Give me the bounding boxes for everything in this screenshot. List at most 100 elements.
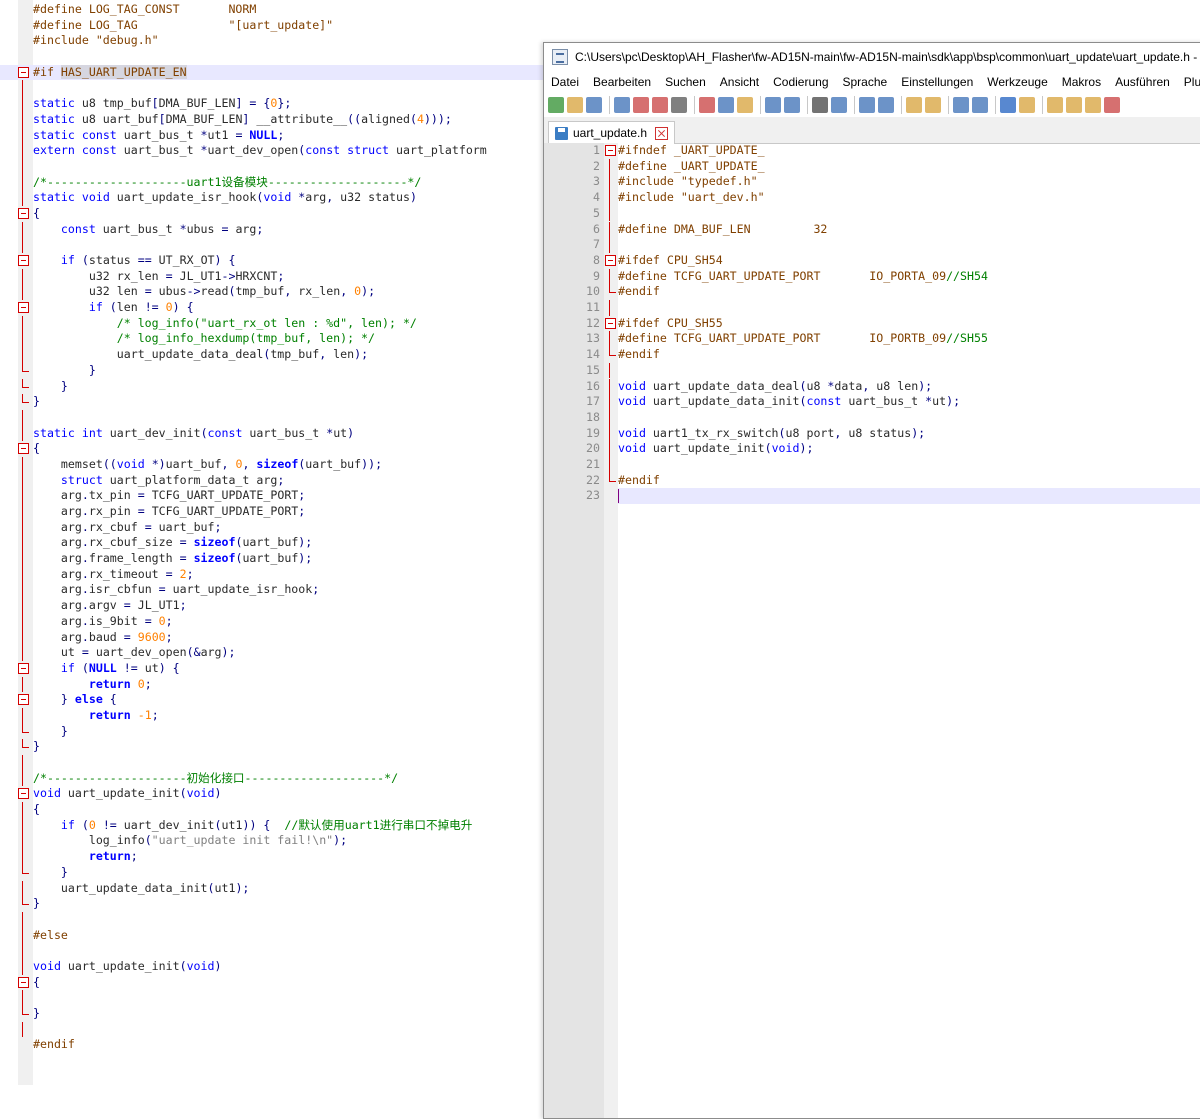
code-text: #endif bbox=[618, 347, 660, 362]
toolbar-separator bbox=[854, 96, 855, 114]
save-icon[interactable] bbox=[586, 97, 602, 113]
save-all-icon[interactable] bbox=[614, 97, 630, 113]
line-number: 4 bbox=[593, 190, 600, 205]
code-line[interactable]: 15 bbox=[586, 362, 1200, 379]
print-icon[interactable] bbox=[671, 97, 687, 113]
code-line[interactable]: 5 bbox=[593, 205, 1200, 222]
code-line[interactable]: 18 bbox=[586, 409, 1200, 426]
undo-icon[interactable] bbox=[765, 97, 781, 113]
code-line[interactable]: 12 #ifdef CPU_SH55 bbox=[586, 316, 1200, 332]
menu-plugins[interactable]: Plugins bbox=[1177, 75, 1200, 89]
toolbar-separator bbox=[807, 96, 808, 114]
line-number: 8 bbox=[593, 252, 600, 267]
redo-icon[interactable] bbox=[784, 97, 800, 113]
tab-label: uart_update.h bbox=[573, 126, 648, 140]
code-line[interactable]: 23 bbox=[586, 488, 1200, 505]
fold-toggle-icon[interactable] bbox=[605, 145, 616, 156]
open-file-icon[interactable] bbox=[567, 97, 583, 113]
line-number: 15 bbox=[586, 362, 600, 377]
code-line[interactable]: 7 bbox=[593, 237, 1200, 253]
menu-ausfhren[interactable]: Ausführen bbox=[1108, 75, 1177, 89]
line-number: 2 bbox=[593, 158, 600, 173]
code-line[interactable]: 10 #endif bbox=[586, 284, 1200, 300]
code-line[interactable]: 11 bbox=[586, 300, 1200, 316]
code-area[interactable]: 1 #ifndef _UART_UPDATE_ 2 #define _UART_UPD… bbox=[586, 143, 1200, 1118]
fold-toggle-icon[interactable] bbox=[605, 317, 616, 329]
doc-map-icon[interactable] bbox=[1047, 97, 1063, 113]
menu-makros[interactable]: Makros bbox=[1055, 75, 1108, 89]
code-line[interactable]: 21 bbox=[586, 457, 1200, 473]
line-number: 14 bbox=[586, 347, 600, 362]
code-editor[interactable]: 1 #ifndef _UART_UPDATE_ 2 #define _UART_UPD… bbox=[544, 143, 1200, 1118]
line-number: 18 bbox=[586, 409, 600, 424]
code-text: #define DMA_BUF_LEN 32 bbox=[618, 221, 828, 236]
new-file-icon[interactable] bbox=[548, 97, 564, 113]
code-line[interactable]: 22 #endif bbox=[586, 472, 1200, 489]
code-line[interactable]: 3 #include "typedef.h" bbox=[593, 174, 1200, 191]
fold-end-marker bbox=[609, 472, 616, 482]
menu-datei[interactable]: Datei bbox=[544, 75, 586, 89]
line-number: 11 bbox=[586, 300, 600, 314]
fold-line-marker bbox=[609, 394, 610, 410]
close-tab-icon[interactable] bbox=[655, 126, 669, 140]
zoom-in-icon[interactable] bbox=[859, 97, 875, 113]
code-line[interactable]: 13 #define TCFG_UART_UPDATE_PORT IO_PORTB… bbox=[586, 331, 1200, 348]
code-line[interactable]: 8 #ifdef CPU_SH54 bbox=[593, 252, 1200, 269]
indent-guide-icon[interactable] bbox=[1000, 97, 1016, 113]
code-line[interactable]: 19 void uart1_tx_rx_switch(u8 port, u8 st… bbox=[586, 425, 1200, 442]
toolbar-separator bbox=[609, 96, 610, 114]
menu-suchen[interactable]: Suchen bbox=[658, 75, 713, 89]
toolbar-separator bbox=[995, 96, 996, 114]
sync-horizontal-icon[interactable] bbox=[925, 97, 941, 113]
text-caret bbox=[618, 489, 619, 504]
menu-codierung[interactable]: Codierung bbox=[766, 75, 835, 89]
code-text: #define TCFG_UART_UPDATE_PORT IO_PORTA_0… bbox=[618, 268, 988, 283]
code-line[interactable]: 6 #define DMA_BUF_LEN 32 bbox=[593, 221, 1200, 238]
fold-end-marker bbox=[609, 347, 616, 357]
tab-uart-update-h[interactable]: uart_update.h bbox=[548, 121, 676, 144]
code-text: #ifdef CPU_SH54 bbox=[618, 252, 723, 267]
fold-toggle-icon[interactable] bbox=[605, 254, 616, 266]
function-list-icon[interactable] bbox=[1066, 97, 1082, 113]
code-line[interactable]: 14 #endif bbox=[586, 347, 1200, 363]
menu-sprache[interactable]: Sprache bbox=[836, 75, 895, 89]
fold-line-marker bbox=[609, 205, 610, 222]
fold-line-marker bbox=[609, 174, 610, 191]
fold-line-marker bbox=[609, 425, 610, 442]
zoom-out-icon[interactable] bbox=[878, 97, 894, 113]
close-all-icon[interactable] bbox=[652, 97, 668, 113]
record-macro-icon[interactable] bbox=[1104, 97, 1120, 113]
folder-workspace-icon[interactable] bbox=[1085, 97, 1101, 113]
replace-icon[interactable] bbox=[831, 97, 847, 113]
menu-bearbeiten[interactable]: Bearbeiten bbox=[586, 75, 658, 89]
line-number: 23 bbox=[586, 488, 600, 503]
code-line[interactable]: 1 #ifndef _UART_UPDATE_ bbox=[593, 143, 1200, 159]
code-line[interactable]: 9 #define TCFG_UART_UPDATE_PORT IO_PORTA_… bbox=[593, 268, 1200, 285]
code-text: #ifndef _UART_UPDATE_ bbox=[618, 143, 765, 157]
tab-bar: uart_update.h bbox=[544, 117, 1200, 144]
background-fold-margin bbox=[18, 0, 33, 1085]
user-language-icon[interactable] bbox=[1019, 97, 1035, 113]
copy-icon[interactable] bbox=[718, 97, 734, 113]
menu-einstellungen[interactable]: Einstellungen bbox=[894, 75, 980, 89]
menu-werkzeuge[interactable]: Werkzeuge bbox=[980, 75, 1054, 89]
show-all-characters-icon[interactable] bbox=[972, 97, 988, 113]
sync-vertical-icon[interactable] bbox=[906, 97, 922, 113]
close-icon[interactable] bbox=[633, 97, 649, 113]
code-text: void uart1_tx_rx_switch(u8 port, u8 stat… bbox=[618, 425, 926, 440]
code-line[interactable]: 4 #include "uart_dev.h" bbox=[593, 190, 1200, 206]
fold-line-marker bbox=[609, 331, 610, 348]
menu-ansicht[interactable]: Ansicht bbox=[713, 75, 766, 89]
line-number: 12 bbox=[586, 315, 600, 330]
cut-icon[interactable] bbox=[699, 97, 715, 113]
line-number: 16 bbox=[586, 378, 600, 393]
code-line[interactable]: 2 #define _UART_UPDATE_ bbox=[593, 158, 1200, 175]
code-line[interactable]: 20 void uart_update_init(void); bbox=[586, 441, 1200, 457]
word-wrap-icon[interactable] bbox=[953, 97, 969, 113]
paste-icon[interactable] bbox=[737, 97, 753, 113]
code-line[interactable]: 17 void uart_update_data_init(const uart_… bbox=[586, 394, 1200, 410]
fold-line-marker bbox=[609, 237, 610, 253]
code-line[interactable]: 16 void uart_update_data_deal(u8 *data, u… bbox=[586, 378, 1200, 395]
find-icon[interactable] bbox=[812, 97, 828, 113]
title-bar[interactable]: C:\Users\pc\Desktop\AH_Flasher\fw-AD15N-… bbox=[544, 43, 1200, 71]
